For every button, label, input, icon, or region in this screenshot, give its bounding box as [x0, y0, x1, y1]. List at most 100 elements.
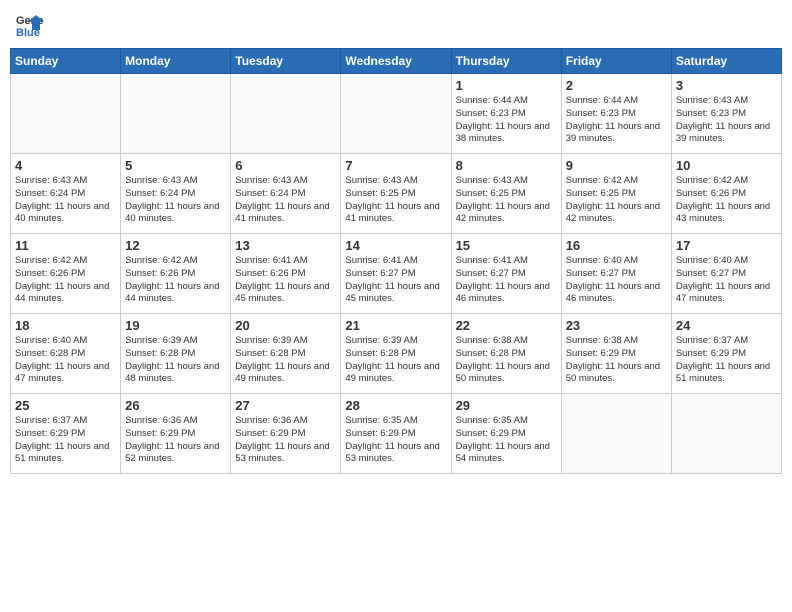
- day-header-wednesday: Wednesday: [341, 49, 451, 74]
- day-info: Sunrise: 6:43 AM Sunset: 6:25 PM Dayligh…: [345, 175, 446, 226]
- calendar-cell: 29 Sunrise: 6:35 AM Sunset: 6:29 PM Dayli…: [451, 394, 561, 474]
- calendar-cell: 9Sunrise: 6:42 AM Sunset: 6:25 PM Daylig…: [561, 154, 671, 234]
- calendar-cell: 2 Sunrise: 6:44 AM Sunset: 6:23 PM Daylig…: [561, 74, 671, 154]
- calendar-cell: 4Sunrise: 6:43 AM Sunset: 6:24 PM Daylig…: [11, 154, 121, 234]
- day-info: Sunrise: 6:40 AM Sunset: 6:27 PM Dayligh…: [676, 255, 777, 306]
- day-number: 5: [125, 158, 226, 173]
- calendar-cell: 26 Sunrise: 6:36 AM Sunset: 6:29 PM Dayli…: [121, 394, 231, 474]
- calendar-week-1: 1 Sunrise: 6:44 AM Sunset: 6:23 PM Daylig…: [11, 74, 782, 154]
- calendar-cell: 22 Sunrise: 6:38 AM Sunset: 6:28 PM Dayli…: [451, 314, 561, 394]
- day-info: Sunrise: 6:42 AM Sunset: 6:26 PM Dayligh…: [125, 255, 226, 306]
- day-info: Sunrise: 6:39 AM Sunset: 6:28 PM Dayligh…: [125, 335, 226, 386]
- calendar-cell: [121, 74, 231, 154]
- calendar-cell: 7Sunrise: 6:43 AM Sunset: 6:25 PM Daylig…: [341, 154, 451, 234]
- day-info: Sunrise: 6:38 AM Sunset: 6:29 PM Dayligh…: [566, 335, 667, 386]
- day-number: 26: [125, 398, 226, 413]
- calendar-cell: [231, 74, 341, 154]
- day-number: 24: [676, 318, 777, 333]
- calendar-cell: 8Sunrise: 6:43 AM Sunset: 6:25 PM Daylig…: [451, 154, 561, 234]
- day-number: 17: [676, 238, 777, 253]
- day-info: Sunrise: 6:36 AM Sunset: 6:29 PM Dayligh…: [235, 415, 336, 466]
- page-header: General Blue: [10, 10, 782, 40]
- day-number: 8: [456, 158, 557, 173]
- day-info: Sunrise: 6:37 AM Sunset: 6:29 PM Dayligh…: [676, 335, 777, 386]
- calendar-cell: 27 Sunrise: 6:36 AM Sunset: 6:29 PM Dayli…: [231, 394, 341, 474]
- day-number: 14: [345, 238, 446, 253]
- calendar-cell: [341, 74, 451, 154]
- day-info: Sunrise: 6:43 AM Sunset: 6:23 PM Dayligh…: [676, 95, 777, 146]
- day-number: 15: [456, 238, 557, 253]
- calendar-cell: [561, 394, 671, 474]
- calendar-cell: [671, 394, 781, 474]
- day-info: Sunrise: 6:39 AM Sunset: 6:28 PM Dayligh…: [235, 335, 336, 386]
- day-number: 21: [345, 318, 446, 333]
- calendar-cell: [11, 74, 121, 154]
- day-number: 22: [456, 318, 557, 333]
- calendar-cell: 14 Sunrise: 6:41 AM Sunset: 6:27 PM Dayli…: [341, 234, 451, 314]
- calendar-week-4: 18 Sunrise: 6:40 AM Sunset: 6:28 PM Dayli…: [11, 314, 782, 394]
- calendar-cell: 23 Sunrise: 6:38 AM Sunset: 6:29 PM Dayli…: [561, 314, 671, 394]
- day-number: 2: [566, 78, 667, 93]
- calendar-cell: 21 Sunrise: 6:39 AM Sunset: 6:28 PM Dayli…: [341, 314, 451, 394]
- day-info: Sunrise: 6:42 AM Sunset: 6:25 PM Dayligh…: [566, 175, 667, 226]
- calendar-cell: 18 Sunrise: 6:40 AM Sunset: 6:28 PM Dayli…: [11, 314, 121, 394]
- calendar-body: 1 Sunrise: 6:44 AM Sunset: 6:23 PM Daylig…: [11, 74, 782, 474]
- calendar-cell: 3 Sunrise: 6:43 AM Sunset: 6:23 PM Daylig…: [671, 74, 781, 154]
- day-header-tuesday: Tuesday: [231, 49, 341, 74]
- day-info: Sunrise: 6:35 AM Sunset: 6:29 PM Dayligh…: [345, 415, 446, 466]
- day-number: 13: [235, 238, 336, 253]
- day-header-sunday: Sunday: [11, 49, 121, 74]
- calendar-cell: 13 Sunrise: 6:41 AM Sunset: 6:26 PM Dayli…: [231, 234, 341, 314]
- calendar-cell: 28 Sunrise: 6:35 AM Sunset: 6:29 PM Dayli…: [341, 394, 451, 474]
- calendar-cell: 5 Sunrise: 6:43 AM Sunset: 6:24 PM Daylig…: [121, 154, 231, 234]
- day-number: 11: [15, 238, 116, 253]
- day-info: Sunrise: 6:43 AM Sunset: 6:24 PM Dayligh…: [235, 175, 336, 226]
- day-info: Sunrise: 6:36 AM Sunset: 6:29 PM Dayligh…: [125, 415, 226, 466]
- calendar-week-5: 25 Sunrise: 6:37 AM Sunset: 6:29 PM Dayli…: [11, 394, 782, 474]
- logo-icon: General Blue: [14, 10, 44, 40]
- day-info: Sunrise: 6:43 AM Sunset: 6:24 PM Dayligh…: [125, 175, 226, 226]
- day-number: 1: [456, 78, 557, 93]
- day-number: 6: [235, 158, 336, 173]
- day-info: Sunrise: 6:37 AM Sunset: 6:29 PM Dayligh…: [15, 415, 116, 466]
- calendar-week-2: 4Sunrise: 6:43 AM Sunset: 6:24 PM Daylig…: [11, 154, 782, 234]
- day-info: Sunrise: 6:41 AM Sunset: 6:27 PM Dayligh…: [345, 255, 446, 306]
- day-info: Sunrise: 6:42 AM Sunset: 6:26 PM Dayligh…: [15, 255, 116, 306]
- day-info: Sunrise: 6:44 AM Sunset: 6:23 PM Dayligh…: [566, 95, 667, 146]
- day-info: Sunrise: 6:40 AM Sunset: 6:28 PM Dayligh…: [15, 335, 116, 386]
- day-number: 18: [15, 318, 116, 333]
- calendar-cell: 11 Sunrise: 6:42 AM Sunset: 6:26 PM Dayli…: [11, 234, 121, 314]
- calendar-cell: 6 Sunrise: 6:43 AM Sunset: 6:24 PM Daylig…: [231, 154, 341, 234]
- day-number: 27: [235, 398, 336, 413]
- day-number: 19: [125, 318, 226, 333]
- logo: General Blue: [14, 10, 44, 40]
- day-number: 3: [676, 78, 777, 93]
- day-info: Sunrise: 6:35 AM Sunset: 6:29 PM Dayligh…: [456, 415, 557, 466]
- day-header-monday: Monday: [121, 49, 231, 74]
- day-info: Sunrise: 6:40 AM Sunset: 6:27 PM Dayligh…: [566, 255, 667, 306]
- day-info: Sunrise: 6:39 AM Sunset: 6:28 PM Dayligh…: [345, 335, 446, 386]
- day-info: Sunrise: 6:42 AM Sunset: 6:26 PM Dayligh…: [676, 175, 777, 226]
- calendar-header-row: SundayMondayTuesdayWednesdayThursdayFrid…: [11, 49, 782, 74]
- day-header-friday: Friday: [561, 49, 671, 74]
- calendar-cell: 17 Sunrise: 6:40 AM Sunset: 6:27 PM Dayli…: [671, 234, 781, 314]
- calendar-cell: 24 Sunrise: 6:37 AM Sunset: 6:29 PM Dayli…: [671, 314, 781, 394]
- calendar-cell: 25 Sunrise: 6:37 AM Sunset: 6:29 PM Dayli…: [11, 394, 121, 474]
- day-info: Sunrise: 6:41 AM Sunset: 6:27 PM Dayligh…: [456, 255, 557, 306]
- calendar-week-3: 11 Sunrise: 6:42 AM Sunset: 6:26 PM Dayli…: [11, 234, 782, 314]
- day-info: Sunrise: 6:38 AM Sunset: 6:28 PM Dayligh…: [456, 335, 557, 386]
- day-info: Sunrise: 6:44 AM Sunset: 6:23 PM Dayligh…: [456, 95, 557, 146]
- calendar-cell: 10Sunrise: 6:42 AM Sunset: 6:26 PM Dayli…: [671, 154, 781, 234]
- day-number: 29: [456, 398, 557, 413]
- day-number: 25: [15, 398, 116, 413]
- day-info: Sunrise: 6:41 AM Sunset: 6:26 PM Dayligh…: [235, 255, 336, 306]
- calendar-cell: 1 Sunrise: 6:44 AM Sunset: 6:23 PM Daylig…: [451, 74, 561, 154]
- calendar-cell: 15 Sunrise: 6:41 AM Sunset: 6:27 PM Dayli…: [451, 234, 561, 314]
- day-number: 23: [566, 318, 667, 333]
- calendar-cell: 16 Sunrise: 6:40 AM Sunset: 6:27 PM Dayli…: [561, 234, 671, 314]
- calendar-cell: 20 Sunrise: 6:39 AM Sunset: 6:28 PM Dayli…: [231, 314, 341, 394]
- calendar-cell: 12Sunrise: 6:42 AM Sunset: 6:26 PM Dayli…: [121, 234, 231, 314]
- day-number: 28: [345, 398, 446, 413]
- day-number: 20: [235, 318, 336, 333]
- day-number: 16: [566, 238, 667, 253]
